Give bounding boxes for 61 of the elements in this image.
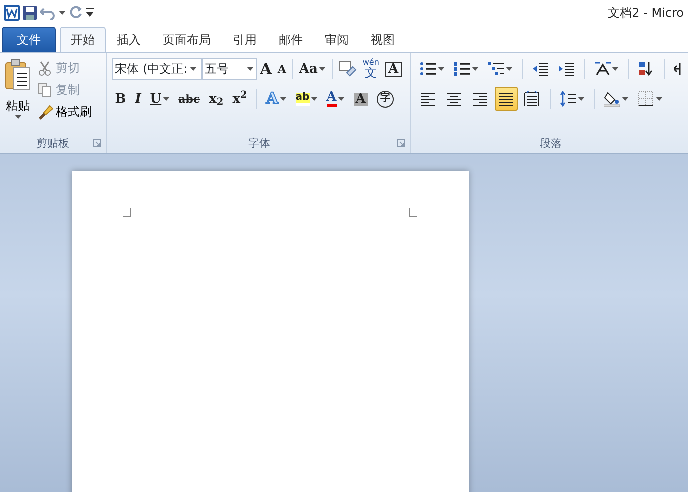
copy-icon (38, 82, 53, 98)
shrink-font-button[interactable]: A (274, 57, 290, 81)
script-button[interactable]: x$^{2}$ (230, 87, 250, 111)
paste-button[interactable]: 粘贴 (3, 57, 33, 123)
justify-button[interactable] (495, 87, 518, 111)
window-title: 文档2 - Micro (608, 5, 684, 22)
caret-icon (59, 11, 66, 15)
ribbon-tab[interactable]: 引用 (222, 27, 268, 52)
clipboard-icon (5, 59, 31, 91)
paint-bucket-icon (604, 91, 621, 107)
return-arrow-icon (674, 61, 682, 77)
caret-icon (14, 115, 22, 119)
clipboard-item[interactable]: 格式刷 (36, 101, 94, 123)
align-center-icon (446, 91, 463, 107)
ribbon-tab[interactable]: 视图 (360, 27, 406, 52)
bullet-list-icon (420, 61, 437, 77)
ribbon-tab[interactable]: 插入 (106, 27, 152, 52)
line-spacing-icon (560, 91, 577, 107)
script-button[interactable]: x$_{2}$ (206, 87, 227, 111)
caret-icon (190, 67, 197, 71)
strikethrough-button[interactable]: abc (176, 87, 204, 111)
group-label: 剪贴板 (36, 137, 70, 150)
increase-indent-icon (558, 61, 575, 77)
ribbon-tab[interactable]: 邮件 (268, 27, 314, 52)
font-size-field[interactable]: 五号 (202, 58, 258, 80)
numbered-list-icon (454, 61, 471, 77)
highlight-button[interactable]: ab (292, 87, 321, 111)
borders-icon (638, 91, 655, 107)
change-case-button[interactable]: Aa (296, 57, 329, 81)
save-icon[interactable] (23, 6, 37, 20)
font-name-field[interactable]: 宋体 (中文正: (112, 58, 202, 80)
bold-button[interactable]: B (112, 87, 130, 111)
group-label: 字体 (248, 137, 271, 150)
distributed-icon (524, 91, 541, 107)
decrease-indent-icon (532, 61, 549, 77)
group-label: 段落 (540, 137, 562, 150)
justify-icon (498, 91, 515, 107)
character-shading-button[interactable]: A (350, 87, 371, 111)
multilevel-list-icon (488, 61, 505, 77)
word-logo-icon[interactable] (4, 5, 20, 21)
ribbon-tab[interactable]: 页面布局 (152, 27, 222, 52)
align-right-icon (472, 91, 489, 107)
ribbon-tab[interactable]: 开始 (60, 27, 106, 52)
underline-button[interactable]: U (147, 87, 173, 111)
caret-icon (247, 67, 254, 71)
align-left-icon (420, 91, 437, 107)
text-layout-icon (594, 61, 611, 77)
scissors-icon (38, 60, 53, 76)
grow-font-button[interactable]: A (257, 57, 275, 81)
eraser-icon (338, 61, 357, 77)
paintbrush-icon (38, 104, 53, 120)
italic-button[interactable]: I (132, 87, 144, 111)
character-border-button[interactable]: A (382, 57, 405, 81)
corner-mark (409, 208, 417, 217)
corner-mark (123, 208, 131, 217)
font-color-button[interactable]: A (324, 87, 348, 111)
ribbon-tab[interactable]: 审阅 (314, 27, 360, 52)
sort-icon (638, 61, 655, 77)
customize-toolbar-icon[interactable] (86, 8, 94, 18)
file-tab[interactable]: 文件 (2, 27, 56, 52)
phonetic-guide-button[interactable]: wén 文 (360, 57, 382, 81)
